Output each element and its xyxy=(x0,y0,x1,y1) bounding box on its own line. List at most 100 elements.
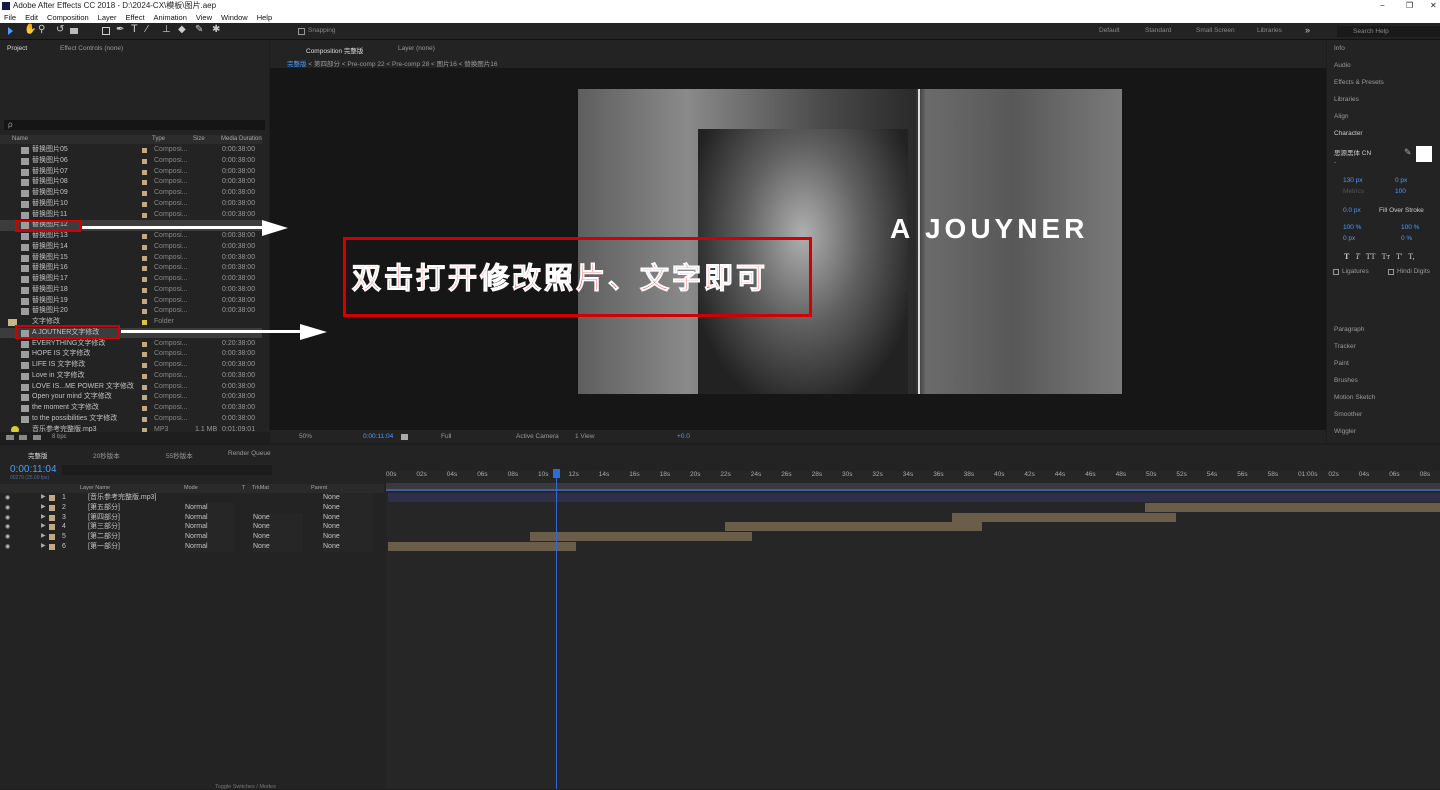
mode-dropdown[interactable]: Normal xyxy=(185,502,235,513)
parent-dropdown[interactable]: None xyxy=(323,512,373,523)
breadcrumb-item[interactable]: 替换图片16 xyxy=(464,61,497,68)
project-search-input[interactable]: ρ xyxy=(4,120,265,130)
label-swatch[interactable] xyxy=(49,534,55,541)
expand-arrow-icon[interactable]: ▶ xyxy=(41,513,46,523)
label-swatch[interactable] xyxy=(142,352,147,358)
leading-value[interactable]: 0 px xyxy=(1395,177,1407,184)
label-swatch[interactable] xyxy=(142,191,147,196)
workspace-libraries[interactable]: Libraries xyxy=(1257,27,1282,34)
kerning-value[interactable]: Metrics xyxy=(1343,188,1364,195)
tracking-value[interactable]: 100 xyxy=(1395,188,1406,195)
panel-align[interactable]: Align xyxy=(1334,113,1348,120)
label-swatch[interactable] xyxy=(142,201,147,207)
label-swatch[interactable] xyxy=(49,524,55,531)
label-swatch[interactable] xyxy=(142,320,147,325)
trkmat-dropdown[interactable]: None xyxy=(253,532,303,542)
layer-duration-bar[interactable] xyxy=(388,493,1440,502)
label-swatch[interactable] xyxy=(49,514,55,521)
project-item[interactable]: HOPE IS 文字修改 Composi... 0:00:38:00 xyxy=(0,349,262,360)
more-workspaces-icon[interactable]: » xyxy=(1305,25,1310,35)
trkmat-dropdown[interactable]: None xyxy=(253,512,303,523)
hand-tool-icon[interactable]: ✋ xyxy=(24,24,36,35)
panel-wiggler[interactable]: Wiggler xyxy=(1334,428,1356,435)
label-swatch[interactable] xyxy=(142,266,147,272)
project-item[interactable]: 替换图片05 Composi... 0:00:38:00 xyxy=(0,145,262,156)
column-layer-name[interactable]: Layer Name xyxy=(80,484,110,493)
panel-character[interactable]: Character xyxy=(1334,130,1363,137)
mode-dropdown[interactable]: Normal xyxy=(185,512,235,523)
label-swatch[interactable] xyxy=(49,504,55,511)
project-item[interactable]: 替换图片10 Composi... 0:00:38:00 xyxy=(0,199,262,210)
label-swatch[interactable] xyxy=(142,148,147,153)
parent-dropdown[interactable]: None xyxy=(323,493,373,503)
tsume-value[interactable]: 0 % xyxy=(1401,235,1412,242)
view-dropdown[interactable]: 1 View xyxy=(575,431,594,443)
project-item[interactable]: 替换图片19 Composi... 0:00:38:00 xyxy=(0,296,262,307)
panel-smoother[interactable]: Smoother xyxy=(1334,411,1362,418)
menu-animation[interactable]: Animation xyxy=(154,13,187,22)
tab-timeline-20s[interactable]: 20秒版本 xyxy=(93,450,120,460)
label-swatch[interactable] xyxy=(142,395,147,401)
column-duration[interactable]: Media Duration xyxy=(221,135,262,144)
label-swatch[interactable] xyxy=(142,363,147,368)
panel-libraries[interactable]: Libraries xyxy=(1334,96,1359,103)
project-item[interactable]: LOVE IS...ME POWER 文字修改 Composi... 0:00:38… xyxy=(0,382,262,393)
tab-timeline-full[interactable]: 完整版 xyxy=(28,450,48,460)
small-caps-button[interactable]: Tт xyxy=(1382,252,1390,261)
tab-render-queue[interactable]: Render Queue xyxy=(228,450,271,457)
stroke-mode-dropdown[interactable]: Fill Over Stroke xyxy=(1379,207,1424,214)
menu-layer[interactable]: Layer xyxy=(98,13,117,22)
faux-italic-button[interactable]: T xyxy=(1355,252,1359,261)
project-item[interactable]: 替换图片16 Composi... 0:00:38:00 xyxy=(0,263,262,274)
layer-row[interactable]: ◉ ▶ 2 [第五部分] Normal None xyxy=(0,502,384,513)
bpc-label[interactable]: 8 bpc xyxy=(52,434,67,440)
project-item[interactable]: 替换图片09 Composi... 0:00:38:00 xyxy=(0,188,262,199)
expand-arrow-icon[interactable]: ▶ xyxy=(41,503,46,513)
project-item[interactable]: 替换图片18 Composi... 0:00:38:00 xyxy=(0,285,262,296)
work-area-bar[interactable] xyxy=(386,483,1440,491)
project-item[interactable]: 替换图片20 Composi... 0:00:38:00 xyxy=(0,306,262,317)
menu-composition[interactable]: Composition xyxy=(47,13,89,22)
timeline-timecode[interactable]: 0:00:11:04 xyxy=(10,464,57,475)
label-swatch[interactable] xyxy=(142,169,147,175)
menu-window[interactable]: Window xyxy=(221,13,248,22)
tab-effect-controls[interactable]: Effect Controls (none) xyxy=(60,45,123,52)
vertical-scale-value[interactable]: 100 % xyxy=(1343,224,1361,231)
tab-timeline-55s[interactable]: 55秒版本 xyxy=(166,450,193,460)
panel-motion-sketch[interactable]: Motion Sketch xyxy=(1334,394,1375,401)
text-tool-icon[interactable]: T xyxy=(131,23,138,35)
stroke-width-value[interactable]: 0.0 px xyxy=(1343,207,1361,214)
label-swatch[interactable] xyxy=(142,255,147,261)
eyedropper-icon[interactable]: ✎ xyxy=(1404,147,1412,158)
breadcrumb-item[interactable]: Pre-comp 22 xyxy=(347,61,384,68)
brush-tool-icon[interactable]: ⁄ xyxy=(146,24,148,35)
label-swatch[interactable] xyxy=(142,287,147,293)
rect-tool-icon[interactable] xyxy=(102,27,110,35)
layer-row[interactable]: ◉ ▶ 1 [音乐参考完整版.mp3] None xyxy=(0,493,384,503)
column-name[interactable]: Name xyxy=(12,135,28,144)
project-item[interactable]: 替换图片11 Composi... 0:00:38:00 xyxy=(0,210,262,221)
layer-duration-bar[interactable] xyxy=(530,532,752,542)
zoom-dropdown[interactable]: 50% xyxy=(299,431,312,443)
superscript-button[interactable]: T' xyxy=(1396,252,1402,261)
exposure-value[interactable]: +0.0 xyxy=(677,431,690,443)
menu-view[interactable]: View xyxy=(196,13,212,22)
timecode-display[interactable]: 0:00:11:04 xyxy=(363,431,393,443)
project-item[interactable]: to the possibilities 文字修改 Composi... 0:00:… xyxy=(0,414,262,425)
workspace-default[interactable]: Default xyxy=(1099,27,1120,34)
font-style-dropdown[interactable]: - xyxy=(1334,159,1336,166)
project-item[interactable]: EVERYTHING文字修改 Composi... 0:20:38:00 xyxy=(0,339,262,350)
mode-dropdown[interactable]: Normal xyxy=(185,532,235,542)
mode-dropdown[interactable]: Normal xyxy=(185,542,235,552)
hindi-digits-checkbox[interactable] xyxy=(1388,269,1394,275)
maximize-button[interactable]: ❐ xyxy=(1406,0,1413,12)
mode-dropdown[interactable]: Normal xyxy=(185,522,235,533)
timeline-search-input[interactable] xyxy=(62,465,272,475)
project-item[interactable]: LIFE IS 文字修改 Composi... 0:00:38:00 xyxy=(0,360,262,371)
baseline-shift-value[interactable]: 0 px xyxy=(1343,235,1355,242)
trkmat-dropdown[interactable]: None xyxy=(253,542,303,552)
camera-tool-icon[interactable] xyxy=(70,28,78,34)
menu-edit[interactable]: Edit xyxy=(25,13,38,22)
faux-bold-button[interactable]: T xyxy=(1344,252,1349,261)
resolution-dropdown[interactable]: Full xyxy=(441,431,451,443)
